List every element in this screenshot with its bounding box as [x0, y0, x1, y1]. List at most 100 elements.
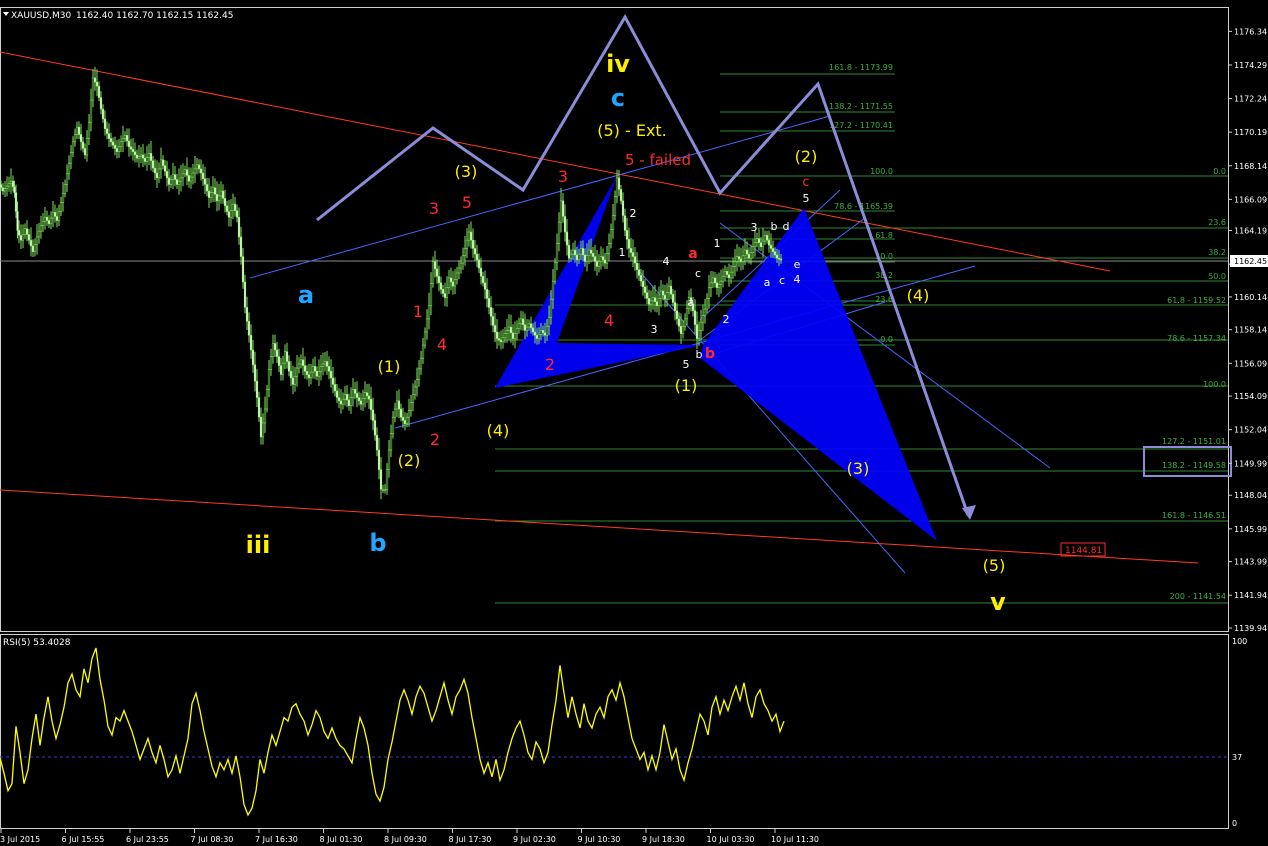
price-tick-label: 1158.14 — [1234, 326, 1267, 335]
candle-body — [63, 184, 67, 194]
candle-body — [503, 333, 507, 339]
candle-body — [291, 377, 295, 385]
candle-body — [511, 332, 515, 339]
candle-body — [277, 356, 281, 366]
candle-body — [437, 275, 441, 284]
wave-label: c — [611, 84, 625, 112]
fib-label: 161.8 - 1173.99 — [829, 63, 893, 72]
candle-body — [423, 331, 427, 346]
candle-body — [339, 400, 343, 405]
candle-body — [87, 121, 91, 139]
time-label: 7 Jul 08:30 — [191, 835, 234, 844]
small-label: 4 — [663, 255, 670, 268]
time-label: 9 Jul 10:30 — [578, 835, 621, 844]
candle-body — [677, 318, 681, 327]
candle-body — [413, 386, 417, 395]
candle-body — [89, 99, 93, 123]
candle-body — [189, 176, 193, 182]
candle-body — [401, 416, 405, 421]
candle-body — [211, 187, 215, 193]
candle-body — [543, 332, 547, 336]
candle-body — [14, 192, 18, 212]
candle-body — [321, 363, 325, 367]
candle-body — [67, 162, 71, 175]
time-label: 8 Jul 09:30 — [384, 835, 427, 844]
candle-body — [47, 220, 51, 225]
candle-body — [427, 305, 431, 320]
candle-body — [629, 248, 633, 253]
candle-body — [631, 252, 635, 257]
candle-body — [747, 253, 751, 259]
candle-body — [21, 234, 25, 241]
wave-label: iv — [606, 50, 630, 78]
candle-body — [127, 140, 131, 148]
candle-body — [467, 231, 471, 241]
candle-body — [145, 157, 149, 162]
candle-body — [763, 234, 767, 242]
candle-body — [257, 397, 261, 418]
candle-body — [457, 267, 461, 274]
candle-body — [425, 318, 429, 333]
candle-body — [627, 239, 631, 249]
candle-body — [403, 420, 407, 425]
candle-body — [107, 133, 111, 139]
candle-body — [121, 138, 125, 143]
candle-body — [777, 257, 781, 260]
candle-body — [507, 326, 511, 331]
candle-body — [753, 242, 757, 248]
time-label: 8 Jul 01:30 — [320, 835, 363, 844]
candle-body — [591, 253, 595, 257]
candle-body — [605, 253, 609, 264]
candle-body — [101, 108, 105, 120]
candle-body — [649, 300, 653, 305]
candle-body — [283, 351, 287, 364]
candle-body — [269, 356, 273, 370]
candle-body — [317, 371, 321, 377]
candle-body — [483, 282, 487, 290]
candle-body — [653, 297, 657, 302]
candle-body — [539, 330, 543, 335]
candle-body — [731, 266, 735, 273]
candle-body — [493, 325, 497, 333]
candle-body — [613, 196, 617, 216]
candle-body — [201, 172, 205, 180]
candle-body — [163, 165, 167, 172]
candle-body — [417, 368, 421, 380]
candle-body — [337, 397, 341, 402]
price-tick-label: 1145.99 — [1234, 525, 1267, 534]
price-tick-label: 1148.04 — [1234, 491, 1267, 500]
fib-label: 61.8 — [875, 231, 893, 240]
candle-body — [59, 202, 63, 212]
candle-body — [341, 398, 345, 405]
price-tick-label: 1172.24 — [1234, 95, 1267, 104]
candle-body — [561, 200, 565, 217]
candle-body — [739, 258, 743, 262]
time-label: 9 Jul 02:30 — [513, 835, 556, 844]
candle-body — [197, 164, 201, 170]
candle-body — [439, 282, 443, 290]
candle-body — [611, 215, 615, 230]
candle-body — [119, 141, 123, 148]
candle-body — [621, 200, 625, 216]
wave-label: (4) — [487, 421, 510, 440]
candle-body — [625, 230, 629, 240]
candle-body — [601, 256, 605, 261]
candle-body — [361, 398, 365, 405]
candle-body — [83, 148, 87, 156]
candle-body — [563, 216, 567, 233]
wave-label: (2) — [398, 451, 421, 470]
candle-body — [719, 280, 723, 285]
candle-body — [253, 364, 257, 382]
candle-body — [329, 371, 333, 379]
price-tick-label: 1174.29 — [1234, 61, 1267, 70]
rsi-level-label: 100 — [1232, 637, 1247, 646]
candle-body — [39, 225, 43, 232]
current-price-value: 1162.45 — [1234, 257, 1267, 266]
candle-body — [169, 179, 173, 185]
candle-body — [757, 238, 761, 243]
wave-label: (1) — [675, 376, 698, 395]
candle-body — [159, 159, 163, 170]
candle-body — [683, 318, 687, 327]
wave-label: (1) — [378, 357, 401, 376]
candle-body — [95, 81, 99, 87]
